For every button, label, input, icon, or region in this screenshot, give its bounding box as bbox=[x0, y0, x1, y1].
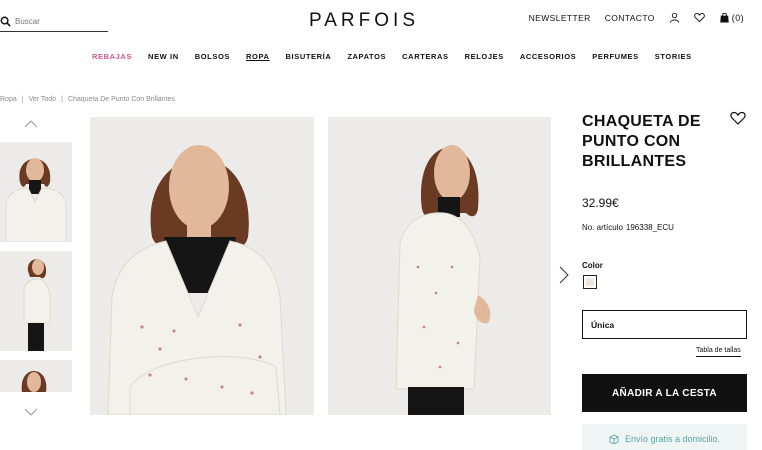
nav-item-rebajas[interactable]: REBAJAS bbox=[92, 52, 132, 61]
color-label: Color bbox=[582, 261, 603, 270]
nav-item-zapatos[interactable]: ZAPATOS bbox=[347, 52, 386, 61]
breadcrumb-item[interactable]: Ver Todo bbox=[29, 96, 57, 103]
nav-item-carteras[interactable]: CARTERAS bbox=[402, 52, 448, 61]
cart-count: (0) bbox=[731, 12, 744, 23]
contact-link[interactable]: CONTACTO bbox=[605, 13, 655, 23]
color-swatch[interactable] bbox=[583, 275, 597, 289]
breadcrumb-separator: | bbox=[21, 96, 24, 103]
product-photo bbox=[90, 117, 314, 415]
nav-item-stories[interactable]: STORIES bbox=[655, 52, 692, 61]
thumbnail-front[interactable] bbox=[0, 142, 72, 242]
search-bar[interactable] bbox=[0, 12, 108, 32]
breadcrumb-item[interactable]: Ropa bbox=[0, 96, 17, 103]
brand-logo[interactable]: PARFOIS bbox=[309, 10, 419, 32]
thumbnails-up-icon[interactable] bbox=[24, 120, 38, 128]
user-icon[interactable] bbox=[669, 12, 680, 23]
shopping-bag-icon bbox=[720, 12, 729, 23]
breadcrumb-current: Chaqueta De Punto Con Brillantes bbox=[67, 96, 175, 103]
sku-value: 196338_ECU bbox=[625, 223, 674, 232]
sku-label: No. artículo bbox=[582, 223, 623, 232]
shipping-text: Envío gratis a domicilio. bbox=[624, 434, 721, 444]
nav-item-perfumes[interactable]: PERFUMES bbox=[592, 52, 638, 61]
wishlist-icon[interactable] bbox=[694, 12, 705, 23]
product-sku: No. artículo 196338_ECU bbox=[582, 223, 674, 232]
size-guide-link[interactable]: Tabla de tallas bbox=[696, 347, 741, 357]
product-image-front[interactable] bbox=[90, 117, 314, 415]
add-to-wishlist-icon[interactable] bbox=[730, 111, 746, 125]
breadcrumb-separator: | bbox=[61, 96, 63, 103]
product-thumbnail-image bbox=[0, 142, 72, 242]
product-thumbnail-image bbox=[0, 360, 72, 392]
size-value: Única bbox=[591, 319, 615, 330]
nav-item-relojes[interactable]: RELOJES bbox=[465, 52, 504, 61]
thumbnail-closeup[interactable] bbox=[0, 360, 72, 392]
nav-item-ropa[interactable]: ROPA bbox=[246, 52, 270, 61]
nav-item-bolsos[interactable]: BOLSOS bbox=[195, 52, 230, 61]
product-image-side[interactable] bbox=[328, 117, 551, 415]
breadcrumb: Ropa | Ver Todo | Chaqueta De Punto Con … bbox=[0, 96, 175, 103]
add-to-cart-button[interactable]: AÑADIR A LA CESTA bbox=[582, 374, 747, 412]
package-icon bbox=[609, 434, 619, 444]
nav-item-bisuteria[interactable]: BISUTERÍA bbox=[286, 52, 332, 61]
cart-button[interactable]: (0) bbox=[719, 12, 744, 23]
main-nav: REBAJAS NEW IN BOLSOS ROPA BISUTERÍA ZAP… bbox=[92, 52, 692, 61]
free-shipping-banner: Envío gratis a domicilio. bbox=[582, 424, 747, 450]
nav-item-accesorios[interactable]: ACCESORIOS bbox=[520, 52, 576, 61]
product-thumbnail-image bbox=[0, 251, 72, 351]
nav-item-new-in[interactable]: NEW IN bbox=[148, 52, 179, 61]
newsletter-link[interactable]: NEWSLETTER bbox=[529, 13, 591, 23]
search-input[interactable] bbox=[15, 17, 105, 26]
thumbnail-side[interactable] bbox=[0, 251, 72, 351]
product-title: CHAQUETA DE PUNTO CON BRILLANTES bbox=[582, 113, 701, 170]
product-price: 32.99€ bbox=[582, 196, 619, 210]
next-image-icon[interactable] bbox=[559, 266, 569, 284]
search-icon bbox=[0, 16, 11, 27]
size-selector[interactable]: Única bbox=[582, 310, 747, 339]
thumbnails-down-icon[interactable] bbox=[24, 408, 38, 416]
product-photo bbox=[328, 117, 551, 415]
